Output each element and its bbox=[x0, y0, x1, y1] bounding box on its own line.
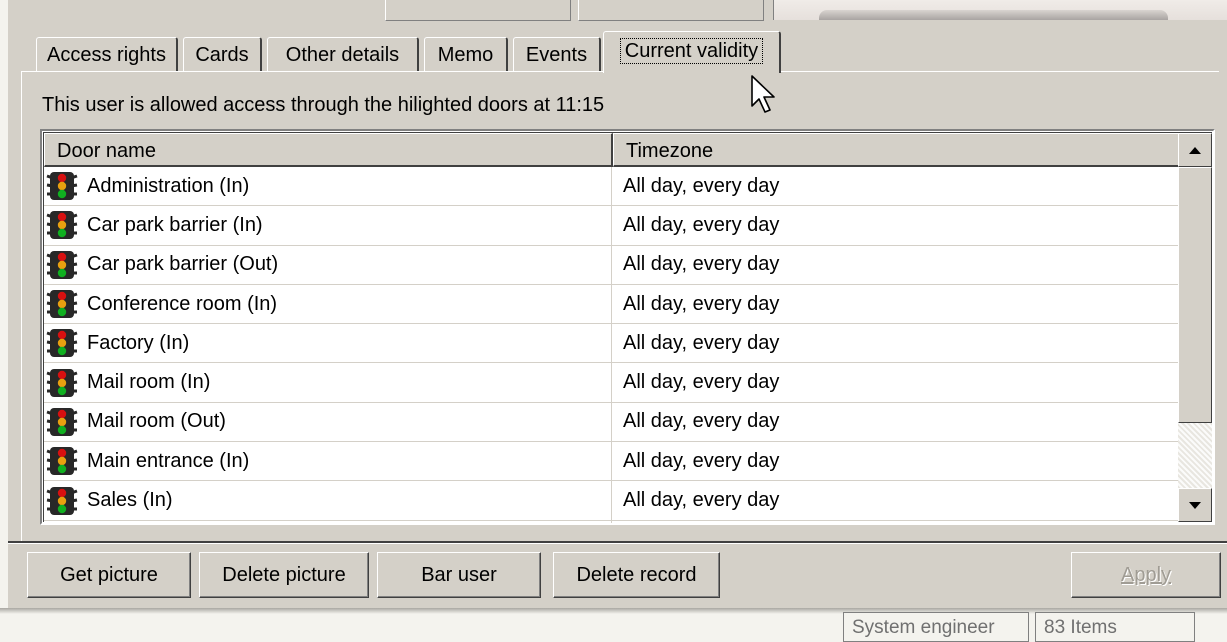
timezone-text: All day, every day bbox=[623, 292, 780, 315]
door-name-text: Car park barrier (In) bbox=[87, 213, 263, 236]
door-list[interactable]: Door name Timezone Administration (In) A… bbox=[40, 129, 1215, 525]
tab-access-rights[interactable]: Access rights bbox=[36, 37, 178, 71]
user-picture-area bbox=[773, 0, 1227, 20]
traffic-light-icon bbox=[46, 250, 78, 279]
door-name-cell[interactable]: Car park barrier (Out) bbox=[44, 245, 612, 284]
validity-info-text: This user is allowed access through the … bbox=[42, 94, 605, 116]
timezone-text: All day, every day bbox=[623, 213, 780, 236]
mouse-pointer-icon bbox=[751, 75, 775, 113]
table-row[interactable]: Main entrance (In) All day, every day bbox=[44, 442, 1181, 482]
top-field-left bbox=[385, 0, 571, 21]
timezone-cell[interactable]: All day, every day bbox=[612, 442, 1181, 480]
tab-current-validity-label: Current validity bbox=[619, 38, 764, 64]
timezone-cell[interactable]: All day, every day bbox=[612, 481, 1181, 519]
table-row[interactable]: Mail room (Out) All day, every day bbox=[44, 402, 1181, 443]
door-name-cell[interactable]: Mail room (Out) bbox=[44, 402, 612, 442]
traffic-light-icon bbox=[46, 211, 78, 240]
timezone-text: All day, every day bbox=[623, 331, 780, 354]
timezone-cell[interactable]: All day, every day bbox=[612, 246, 1181, 284]
table-row[interactable]: Car park barrier (In) All day, every day bbox=[44, 206, 1181, 246]
scroll-thumb[interactable] bbox=[1178, 167, 1212, 423]
apply-button-label: Apply bbox=[1120, 563, 1172, 586]
button-divider bbox=[8, 541, 1227, 544]
door-name-text: Administration (In) bbox=[87, 174, 250, 197]
traffic-light-icon bbox=[46, 329, 78, 358]
door-name-cell[interactable]: Main entrance (In) bbox=[44, 442, 612, 481]
door-name-cell[interactable]: Factory (In) bbox=[44, 324, 612, 363]
get-picture-button[interactable]: Get picture bbox=[27, 552, 191, 598]
timezone-text: All day, every day bbox=[623, 174, 780, 197]
arrow-up-icon bbox=[1189, 146, 1201, 154]
timezone-cell[interactable]: All day, every day bbox=[612, 363, 1181, 401]
traffic-light-icon bbox=[46, 368, 78, 397]
door-name-text: Mail room (Out) bbox=[87, 410, 226, 433]
tab-events[interactable]: Events bbox=[513, 37, 601, 71]
apply-button: Apply bbox=[1071, 552, 1221, 598]
delete-record-button[interactable]: Delete record bbox=[553, 552, 720, 598]
traffic-light-icon bbox=[46, 172, 78, 201]
timezone-cell[interactable]: All day, every day bbox=[612, 403, 1181, 441]
timezone-cell[interactable]: All day, every day bbox=[612, 324, 1181, 362]
table-row[interactable]: Administration (In) All day, every day bbox=[44, 167, 1181, 207]
door-name-text: Factory (In) bbox=[87, 331, 190, 354]
door-name-text: Mail room (In) bbox=[87, 371, 211, 394]
door-name-text: Sales (In) bbox=[87, 489, 173, 512]
timezone-cell[interactable]: All day, every day bbox=[612, 167, 1181, 205]
table-row[interactable]: Mail room (In) All day, every day bbox=[44, 363, 1181, 403]
door-name-cell[interactable] bbox=[44, 520, 612, 523]
delete-picture-button[interactable]: Delete picture bbox=[199, 552, 369, 598]
arrow-down-icon bbox=[1189, 501, 1201, 509]
vertical-scrollbar[interactable] bbox=[1178, 133, 1212, 522]
table-row[interactable]: Conference room (In) All day, every day bbox=[44, 284, 1181, 325]
door-name-text: Conference room (In) bbox=[87, 292, 278, 315]
timezone-cell[interactable] bbox=[612, 521, 1181, 523]
status-role: System engineer bbox=[843, 612, 1029, 642]
tab-current-validity[interactable]: Current validity bbox=[603, 31, 781, 73]
door-name-cell[interactable]: Conference room (In) bbox=[44, 284, 612, 324]
column-header-door-name[interactable]: Door name bbox=[44, 133, 613, 167]
timezone-cell[interactable]: All day, every day bbox=[612, 206, 1181, 244]
timezone-text: All day, every day bbox=[623, 253, 780, 276]
tab-memo[interactable]: Memo bbox=[424, 37, 508, 71]
door-name-cell[interactable]: Mail room (In) bbox=[44, 363, 612, 402]
status-item-count: 83 Items bbox=[1035, 612, 1195, 642]
door-name-text: Main entrance (In) bbox=[87, 449, 250, 472]
timezone-text: All day, every day bbox=[623, 449, 780, 472]
column-header-timezone[interactable]: Timezone bbox=[613, 133, 1181, 167]
scroll-down-button[interactable] bbox=[1178, 488, 1212, 522]
table-row[interactable]: Car park barrier (Out) All day, every da… bbox=[44, 245, 1181, 285]
traffic-light-icon bbox=[46, 407, 78, 436]
bar-user-button[interactable]: Bar user bbox=[377, 552, 541, 598]
timezone-text: All day, every day bbox=[623, 489, 780, 512]
timezone-text: All day, every day bbox=[623, 371, 780, 394]
traffic-light-icon bbox=[46, 290, 78, 319]
tab-cards[interactable]: Cards bbox=[183, 37, 262, 71]
traffic-light-icon bbox=[46, 486, 78, 515]
door-name-cell[interactable]: Sales (In) bbox=[44, 481, 612, 520]
table-row[interactable]: Sales (In) All day, every day bbox=[44, 481, 1181, 521]
traffic-light-icon bbox=[46, 447, 78, 476]
timezone-cell[interactable]: All day, every day bbox=[612, 285, 1181, 323]
top-field-right bbox=[578, 0, 764, 21]
door-name-cell[interactable]: Administration (In) bbox=[44, 167, 612, 206]
door-name-text: Car park barrier (Out) bbox=[87, 253, 279, 276]
list-header: Door name Timezone bbox=[44, 133, 1181, 167]
timezone-text: All day, every day bbox=[623, 410, 780, 433]
table-row[interactable] bbox=[44, 520, 1181, 523]
door-name-cell[interactable]: Car park barrier (In) bbox=[44, 206, 612, 245]
scroll-up-button[interactable] bbox=[1178, 133, 1212, 167]
list-rows: Administration (In) All day, every day C… bbox=[44, 167, 1181, 523]
tab-other-details[interactable]: Other details bbox=[267, 37, 419, 71]
table-row[interactable]: Factory (In) All day, every day bbox=[44, 324, 1181, 364]
